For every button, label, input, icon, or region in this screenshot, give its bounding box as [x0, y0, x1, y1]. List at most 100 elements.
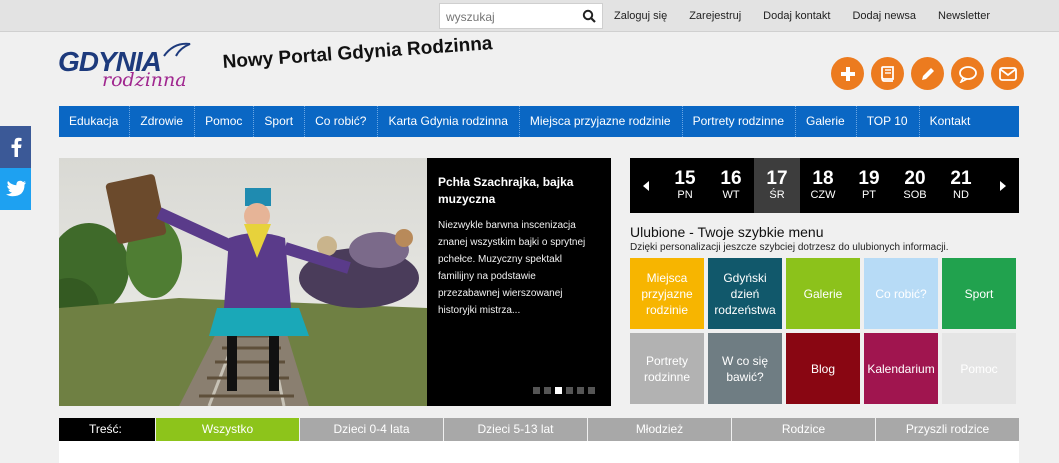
chat-button[interactable] — [951, 57, 984, 90]
envelope-icon — [998, 66, 1017, 81]
calendar-day-weekday: PN — [677, 189, 693, 201]
site-logo[interactable]: GDYNIA rodzinna — [58, 40, 193, 96]
main-nav: Edukacja Zdrowie Pomoc Sport Co robić? K… — [59, 106, 1019, 137]
slider-text: Niezwykle barwna inscenizacja znanej wsz… — [438, 220, 586, 316]
calendar-day-number: 19 — [858, 168, 880, 189]
nav-item-pomoc[interactable]: Pomoc — [195, 106, 255, 137]
twitter-button[interactable] — [0, 168, 31, 210]
calendar-day[interactable]: 16 WT — [708, 158, 754, 213]
top-links: Zaloguj się Zarejestruj Dodaj kontakt Do… — [603, 0, 1001, 32]
content-tab[interactable]: Wszystko — [156, 418, 299, 448]
calendar-day-number: 15 — [674, 168, 696, 189]
favorite-tile[interactable]: Co robić? — [864, 258, 938, 329]
favorite-tile[interactable]: Portrety rodzinne — [630, 333, 704, 404]
nav-item-sport[interactable]: Sport — [254, 106, 306, 137]
search-input[interactable] — [446, 8, 576, 26]
calendar-day-weekday: WT — [722, 189, 740, 201]
triangle-left-icon — [643, 180, 649, 191]
plus-icon — [840, 66, 855, 81]
nav-item-zdrowie[interactable]: Zdrowie — [130, 106, 196, 137]
top-bar: Zaloguj się Zarejestruj Dodaj kontakt Do… — [0, 0, 1059, 32]
favorites-tiles: Miejsca przyjazne rodzinie Gdyński dzień … — [630, 258, 1016, 404]
content-tab[interactable]: Przyszli rodzice — [876, 418, 1019, 441]
slider-photo[interactable] — [59, 158, 427, 406]
calendar-next-button[interactable] — [987, 158, 1019, 213]
favorites-title: Ulubione - Twoje szybkie menu — [630, 224, 824, 240]
calendar-prev-button[interactable] — [630, 158, 662, 213]
nav-item-miejsca[interactable]: Miejsca przyjazne rodzinie — [520, 106, 683, 137]
slider-dots — [533, 387, 595, 394]
calendar-day[interactable]: 15 PN — [662, 158, 708, 213]
content-tabs: Treść: Wszystko Dzieci 0-4 lata Dzieci 5-1… — [59, 418, 1019, 448]
calendar-day-weekday: PT — [861, 189, 877, 201]
triangle-right-icon — [1000, 180, 1006, 191]
quick-actions — [831, 57, 1024, 90]
favorite-tile[interactable]: Miejsca przyjazne rodzinie — [630, 258, 704, 329]
book-icon — [880, 65, 894, 82]
calendar-days: 15 PN 16 WT 17 ŚR 18 CZW 19 PT 20 SOB 21 ND — [662, 158, 984, 213]
nav-item-co-robic[interactable]: Co robić? — [305, 106, 379, 137]
logo-bird-icon — [163, 42, 191, 57]
content-tabs-label: Treść: — [59, 418, 155, 441]
favorite-tile[interactable]: Gdyński dzień rodzeństwa — [708, 258, 782, 329]
slider-dot[interactable] — [566, 387, 573, 394]
calendar-day-number: 16 — [720, 168, 742, 189]
calendar-day-weekday: ŚR — [769, 189, 785, 201]
twitter-icon — [5, 180, 26, 197]
add-button[interactable] — [831, 57, 864, 90]
calendar-strip: 15 PN 16 WT 17 ŚR 18 CZW 19 PT 20 SOB 21 ND — [630, 158, 1019, 213]
slider-title[interactable]: Pchła Szachrajka, bajka muzyczna — [438, 174, 600, 208]
site-slogan: Nowy Portal Gdynia Rodzinna — [222, 33, 494, 73]
slider-dot[interactable] — [533, 387, 540, 394]
slider-dot[interactable] — [588, 387, 595, 394]
login-link[interactable]: Zaloguj się — [603, 0, 678, 32]
newsletter-link[interactable]: Newsletter — [927, 0, 1001, 32]
add-news-link[interactable]: Dodaj newsa — [841, 0, 927, 32]
nav-item-portrety[interactable]: Portrety rodzinne — [683, 106, 796, 137]
nav-item-kontakt[interactable]: Kontakt — [920, 106, 982, 137]
favorite-tile[interactable]: Kalendarium — [864, 333, 938, 404]
logo-sub-text: rodzinna — [102, 69, 187, 91]
slider-dot[interactable] — [555, 387, 562, 394]
content-tab[interactable]: Rodzice — [732, 418, 875, 441]
write-button[interactable] — [911, 57, 944, 90]
search-icon[interactable] — [582, 9, 596, 23]
content-tab[interactable]: Dzieci 0-4 lata — [300, 418, 443, 441]
favorite-tile[interactable]: Pomoc — [942, 333, 1016, 404]
book-button[interactable] — [871, 57, 904, 90]
slider-dot[interactable] — [577, 387, 584, 394]
calendar-day-number: 17 — [766, 168, 788, 189]
favorite-tile[interactable]: Blog — [786, 333, 860, 404]
calendar-day-number: 18 — [812, 168, 834, 189]
slider-caption: Pchła Szachrajka, bajka muzyczna Niezwyk… — [438, 174, 600, 319]
calendar-day[interactable]: 20 SOB — [892, 158, 938, 213]
calendar-day-number: 20 — [904, 168, 926, 189]
register-link[interactable]: Zarejestruj — [678, 0, 752, 32]
facebook-button[interactable] — [0, 126, 31, 168]
content-tab[interactable]: Dzieci 5-13 lat — [444, 418, 587, 441]
favorite-tile[interactable]: W co się bawić? — [708, 333, 782, 404]
nav-item-top10[interactable]: TOP 10 — [857, 106, 920, 137]
nav-item-galerie[interactable]: Galerie — [796, 106, 857, 137]
nav-item-edukacja[interactable]: Edukacja — [59, 106, 131, 137]
slider-image — [59, 158, 427, 406]
calendar-day[interactable]: 19 PT — [846, 158, 892, 213]
calendar-day-weekday: SOB — [903, 189, 927, 201]
facebook-icon — [11, 137, 21, 157]
calendar-day-number: 21 — [950, 168, 972, 189]
calendar-day[interactable]: 17 ŚR — [754, 158, 800, 213]
calendar-day-weekday: CZW — [810, 189, 836, 201]
mail-button[interactable] — [991, 57, 1024, 90]
speech-bubble-icon — [958, 65, 977, 83]
content-area — [59, 441, 1019, 463]
search-box — [439, 3, 603, 29]
favorite-tile[interactable]: Sport — [942, 258, 1016, 329]
calendar-day[interactable]: 18 CZW — [800, 158, 846, 213]
favorite-tile[interactable]: Galerie — [786, 258, 860, 329]
nav-item-karta[interactable]: Karta Gdynia rodzinna — [378, 106, 520, 137]
slider-dot[interactable] — [544, 387, 551, 394]
add-contact-link[interactable]: Dodaj kontakt — [752, 0, 841, 32]
content-tab[interactable]: Młodzież — [588, 418, 731, 441]
calendar-day[interactable]: 21 ND — [938, 158, 984, 213]
featured-slider: Pchła Szachrajka, bajka muzyczna Niezwyk… — [59, 158, 611, 406]
